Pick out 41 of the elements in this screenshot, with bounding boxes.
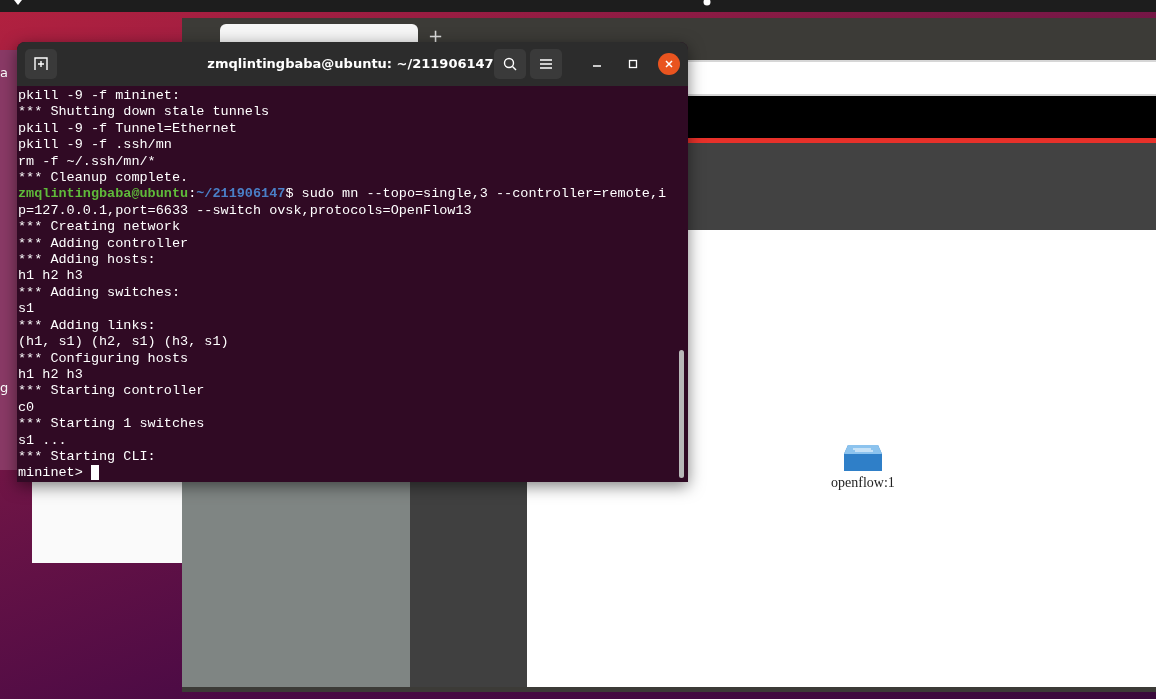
search-icon <box>503 57 517 71</box>
caret-icon <box>14 0 22 5</box>
terminal-line: *** Adding switches: <box>18 284 182 302</box>
terminal-line: *** Shutting down stale tunnels <box>18 104 271 121</box>
new-tab-button[interactable] <box>25 49 57 79</box>
shell-prompt: mininet> <box>18 465 84 482</box>
terminal-line: *** Configuring hosts <box>18 350 190 367</box>
new-tab-icon <box>34 57 48 71</box>
close-button[interactable] <box>658 53 680 75</box>
terminal-line: pkill -9 -f Tunnel=Ethernet <box>18 120 238 138</box>
terminal-line: *** Adding controller <box>18 235 190 253</box>
close-icon <box>664 59 674 69</box>
cursor <box>90 465 99 481</box>
terminal-line: c0 <box>18 399 36 417</box>
scrollbar[interactable] <box>679 350 684 478</box>
terminal-line: h1 h2 h3 <box>18 366 84 384</box>
terminal-line: *** Adding hosts: <box>18 252 157 269</box>
terminal-line: s1 ... <box>18 432 68 449</box>
new-tab-button[interactable]: + <box>428 30 444 42</box>
menu-icon <box>540 59 552 69</box>
search-button[interactable] <box>494 49 526 79</box>
terminal-line: *** Starting CLI: <box>18 448 157 466</box>
terminal-line: *** Starting controller <box>18 383 206 400</box>
terminal-line: h1 h2 h3 <box>18 268 84 285</box>
terminal-line: pkill -9 -f mininet: <box>18 88 182 105</box>
terminal-line: (h1, s1) (h2, s1) (h3, s1) <box>18 334 230 351</box>
terminal-line: s1 <box>18 301 36 318</box>
terminal-line: *** Starting 1 switches <box>18 416 206 433</box>
maximize-icon <box>628 59 638 69</box>
terminal-line: *** Cleanup complete. <box>18 170 190 187</box>
terminal-line: *** Creating network <box>18 219 182 236</box>
menu-button[interactable] <box>530 49 562 79</box>
window-title: zmqlintingbaba@ubuntu: ~/211906147 <box>206 55 494 74</box>
switch-icon[interactable] <box>842 444 883 472</box>
node-label: openflow:1 <box>831 474 895 492</box>
window-text: g <box>0 379 9 397</box>
terminal-line: *** Adding links: <box>18 317 157 335</box>
terminal-line: rm -f ~/.ssh/mn/* <box>18 153 157 171</box>
terminal-line: pkill -9 -f .ssh/mn <box>18 137 173 154</box>
window-text: a <box>0 64 8 82</box>
prompt-line: zmqlintingbaba@ubuntu:~/211906147$ sudo mn --topo=single,3 --controller=remote,ip=127.0.0.1,port=6633 --switch ovsk,protocols=OpenFlow13 <box>18 186 668 220</box>
